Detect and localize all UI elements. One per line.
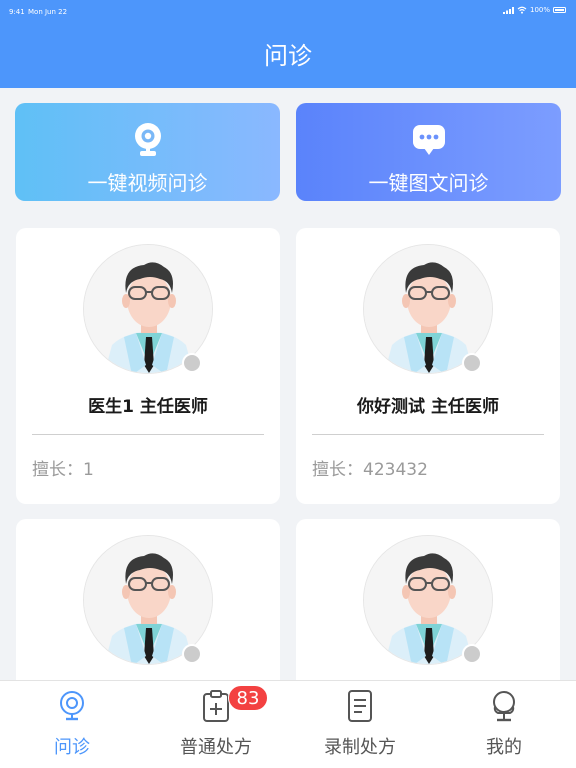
online-status-dot (182, 353, 202, 373)
online-status-dot (462, 644, 482, 664)
notification-badge: 83 (228, 685, 268, 711)
online-status-dot (462, 353, 482, 373)
doctor-specialty: 擅长：1 (32, 460, 94, 480)
doctor-specialty: 擅长：423432 (312, 460, 428, 480)
text-consult-button[interactable]: 一键图文问诊 (296, 103, 561, 201)
doctor-card[interactable]: 医生1 主任医师 擅长：1 (16, 228, 280, 504)
status-bar: 9:41 Mon Jun 22 100% (0, 0, 576, 22)
video-camera-icon (60, 691, 84, 721)
status-date: Mon Jun 22 (28, 8, 68, 16)
user-icon (493, 691, 515, 722)
document-icon (348, 690, 372, 722)
battery-icon (553, 7, 566, 13)
chat-bubble-icon (413, 125, 445, 155)
page-title: 问诊 (264, 42, 312, 70)
wifi-icon (517, 6, 527, 14)
battery-percent: 100% (529, 6, 550, 14)
tab-consult[interactable]: 问诊 (0, 681, 144, 768)
tab-prescription[interactable]: 83 普通处方 (144, 681, 288, 768)
clipboard-plus-icon (203, 690, 229, 722)
tab-label: 普通处方 (180, 737, 252, 758)
signal-icon (502, 6, 514, 14)
status-indicators: 100% (502, 6, 566, 14)
divider (312, 434, 544, 435)
tab-label: 录制处方 (324, 737, 396, 758)
tab-record-prescription[interactable]: 录制处方 (288, 681, 432, 768)
tab-profile[interactable]: 我的 (432, 681, 576, 768)
text-consult-label: 一键图文问诊 (368, 171, 489, 195)
tab-label: 问诊 (54, 737, 90, 758)
video-consult-label: 一键视频问诊 (87, 171, 208, 195)
status-time: 9:41 (9, 8, 25, 16)
divider (32, 434, 264, 435)
doctor-card[interactable]: 你好测试 主任医师 擅长：423432 (296, 228, 560, 504)
video-camera-icon (135, 123, 161, 156)
tab-label: 我的 (486, 737, 522, 758)
online-status-dot (182, 644, 202, 664)
bottom-tab-bar: 问诊 83 普通处方 录制处方 我的 (0, 680, 576, 768)
doctor-name: 医生1 主任医师 (88, 397, 208, 417)
doctor-name: 你好测试 主任医师 (357, 397, 499, 417)
video-consult-button[interactable]: 一键视频问诊 (15, 103, 280, 201)
header-bar: 9:41 Mon Jun 22 100% 问诊 (0, 0, 576, 88)
